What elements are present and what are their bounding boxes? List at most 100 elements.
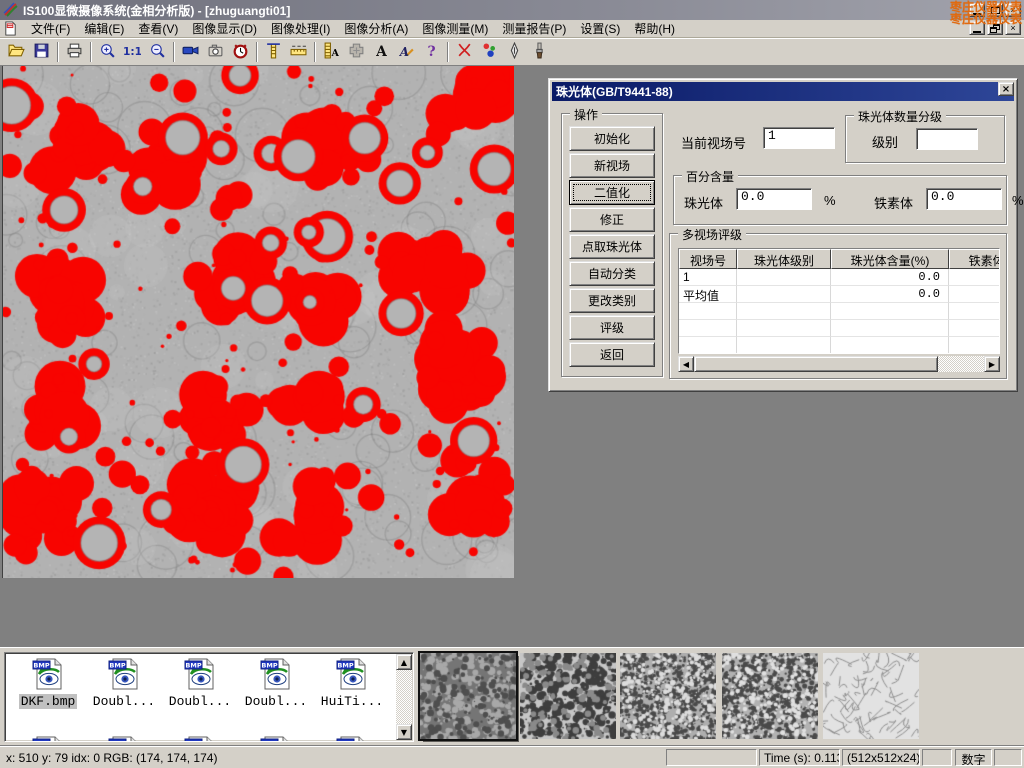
print-button[interactable] <box>62 40 87 64</box>
table-cell <box>831 320 949 337</box>
scrollbar-thumb[interactable] <box>694 356 938 372</box>
image-thumbnail[interactable] <box>823 653 919 739</box>
menu-item-2[interactable]: 查看(V) <box>131 21 185 37</box>
pattern-cross-button[interactable] <box>344 40 369 64</box>
file-item[interactable]: BMPDoubl... <box>239 657 313 709</box>
scroll-down-button[interactable]: ▼ <box>396 724 412 740</box>
actual-size-button[interactable]: 1:1 <box>120 40 145 64</box>
document-icon[interactable] <box>3 21 18 36</box>
menu-item-0[interactable]: 文件(F) <box>24 21 77 37</box>
table-row[interactable] <box>679 320 999 337</box>
file-item[interactable]: BMP <box>11 735 85 742</box>
zoom-in-button[interactable] <box>95 40 120 64</box>
op-button-5[interactable]: 自动分类 <box>569 261 655 286</box>
file-name: Doubl... <box>91 694 157 709</box>
close-icon: × <box>1010 24 1015 33</box>
table-cell <box>949 286 1000 303</box>
bmp-file-icon: BMP <box>106 680 142 694</box>
measure-label-button[interactable]: A <box>319 40 344 64</box>
mdi-minimize-button[interactable] <box>969 21 985 35</box>
video-camera-icon <box>182 42 199 62</box>
menu-item-3[interactable]: 图像显示(D) <box>185 21 264 37</box>
image-thumbnail[interactable] <box>520 653 616 739</box>
table-row[interactable] <box>679 337 999 354</box>
file-item[interactable]: BMPDKF.bmp <box>11 657 85 709</box>
menu-item-9[interactable]: 帮助(H) <box>627 21 682 37</box>
table-row[interactable]: 10.0 <box>679 269 999 286</box>
grade-input[interactable] <box>916 128 978 150</box>
caliper-button[interactable] <box>261 40 286 64</box>
points-tool-button[interactable] <box>477 40 502 64</box>
title-bar: IS100显微摄像系统(金相分析版) - [zhuguangti01] × <box>0 0 1024 20</box>
dialog-close-button[interactable]: × <box>998 82 1014 96</box>
menu-item-5[interactable]: 图像分析(A) <box>337 21 415 37</box>
image-thumbnail[interactable] <box>722 653 818 739</box>
file-item[interactable]: BMP <box>163 735 237 742</box>
status-bar: x: 510 y: 79 idx: 0 RGB: (174, 174, 174)… <box>0 745 1024 768</box>
brush-tool-button[interactable] <box>527 40 552 64</box>
minimize-button[interactable] <box>969 3 985 17</box>
file-item[interactable]: BMP <box>239 735 313 742</box>
table-header-0: 视场号 <box>679 249 737 269</box>
measure-label-icon: A <box>323 42 340 62</box>
scroll-up-button[interactable]: ▲ <box>396 654 412 670</box>
ferrite-pct-input[interactable]: 0.0 <box>926 188 1002 210</box>
mdi-restore-button[interactable] <box>987 21 1003 35</box>
app-icon <box>3 2 19 18</box>
menu-item-7[interactable]: 测量报告(P) <box>495 21 573 37</box>
op-button-6[interactable]: 更改类别 <box>569 288 655 313</box>
pen-tool-button[interactable] <box>502 40 527 64</box>
op-button-4[interactable]: 点取珠光体 <box>569 234 655 259</box>
file-item[interactable]: BMP <box>87 735 161 742</box>
file-item[interactable]: BMPDoubl... <box>163 657 237 709</box>
photo-camera-button[interactable] <box>203 40 228 64</box>
ruler-button[interactable] <box>286 40 311 64</box>
op-button-8[interactable]: 返回 <box>569 342 655 367</box>
bmp-file-icon: BMP <box>258 680 294 694</box>
help-button[interactable]: ? <box>419 40 444 64</box>
mdi-close-button[interactable]: × <box>1005 21 1021 35</box>
close-button[interactable]: × <box>1005 3 1021 17</box>
dialog-title-bar[interactable]: 珠光体(GB/T9441-88) <box>552 82 1014 101</box>
status-empty-segment <box>666 749 757 766</box>
filelist-vscrollbar[interactable]: ▲ ▼ <box>396 654 412 740</box>
zoom-out-button[interactable] <box>145 40 170 64</box>
file-item[interactable]: BMP <box>315 735 389 742</box>
menu-item-1[interactable]: 编辑(E) <box>77 21 131 37</box>
op-button-0[interactable]: 初始化 <box>569 126 655 151</box>
file-item[interactable]: BMPDoubl... <box>87 657 161 709</box>
save-button[interactable] <box>29 40 54 64</box>
scroll-left-button[interactable]: ◀ <box>678 356 694 372</box>
menu-item-6[interactable]: 图像测量(M) <box>415 21 495 37</box>
pearlite-pct-input[interactable]: 0.0 <box>736 188 812 210</box>
menu-item-4[interactable]: 图像处理(I) <box>264 21 337 37</box>
video-camera-button[interactable] <box>178 40 203 64</box>
scroll-right-button[interactable]: ▶ <box>984 356 1000 372</box>
rating-table[interactable]: 视场号珠光体级别珠光体含量(%)铁素体含量(%)10.0平均值0.0 <box>678 248 1000 354</box>
op-button-1[interactable]: 新视场 <box>569 153 655 178</box>
timer-button[interactable] <box>228 40 253 64</box>
menu-item-8[interactable]: 设置(S) <box>573 21 627 37</box>
current-field-input[interactable]: 1 <box>763 127 835 149</box>
curve-tool-button[interactable] <box>452 40 477 64</box>
file-item[interactable]: BMPHuiTi... <box>315 657 389 709</box>
open-button[interactable] <box>4 40 29 64</box>
table-cell <box>737 320 831 337</box>
op-button-3[interactable]: 修正 <box>569 207 655 232</box>
maximize-button[interactable] <box>987 3 1003 17</box>
op-button-2[interactable]: 二值化 <box>569 180 655 205</box>
maximize-icon <box>991 6 1000 14</box>
svg-text:1:1: 1:1 <box>124 45 141 58</box>
text-button[interactable]: A <box>369 40 394 64</box>
image-thumbnail[interactable] <box>620 653 716 739</box>
pearlite-pct-label: 珠光体 <box>684 193 723 212</box>
op-button-7[interactable]: 评级 <box>569 315 655 340</box>
file-list[interactable]: ▲ ▼ BMPDKF.bmpBMPDoubl...BMPDoubl...BMPD… <box>4 652 414 742</box>
annotate-button[interactable]: A <box>394 40 419 64</box>
table-row[interactable]: 平均值0.0 <box>679 286 999 303</box>
table-row[interactable] <box>679 303 999 320</box>
text-icon: A <box>373 42 390 62</box>
table-hscrollbar[interactable]: ◀ ▶ <box>678 356 1000 372</box>
image-thumbnail[interactable] <box>420 653 516 739</box>
metallographic-image[interactable] <box>2 66 514 578</box>
